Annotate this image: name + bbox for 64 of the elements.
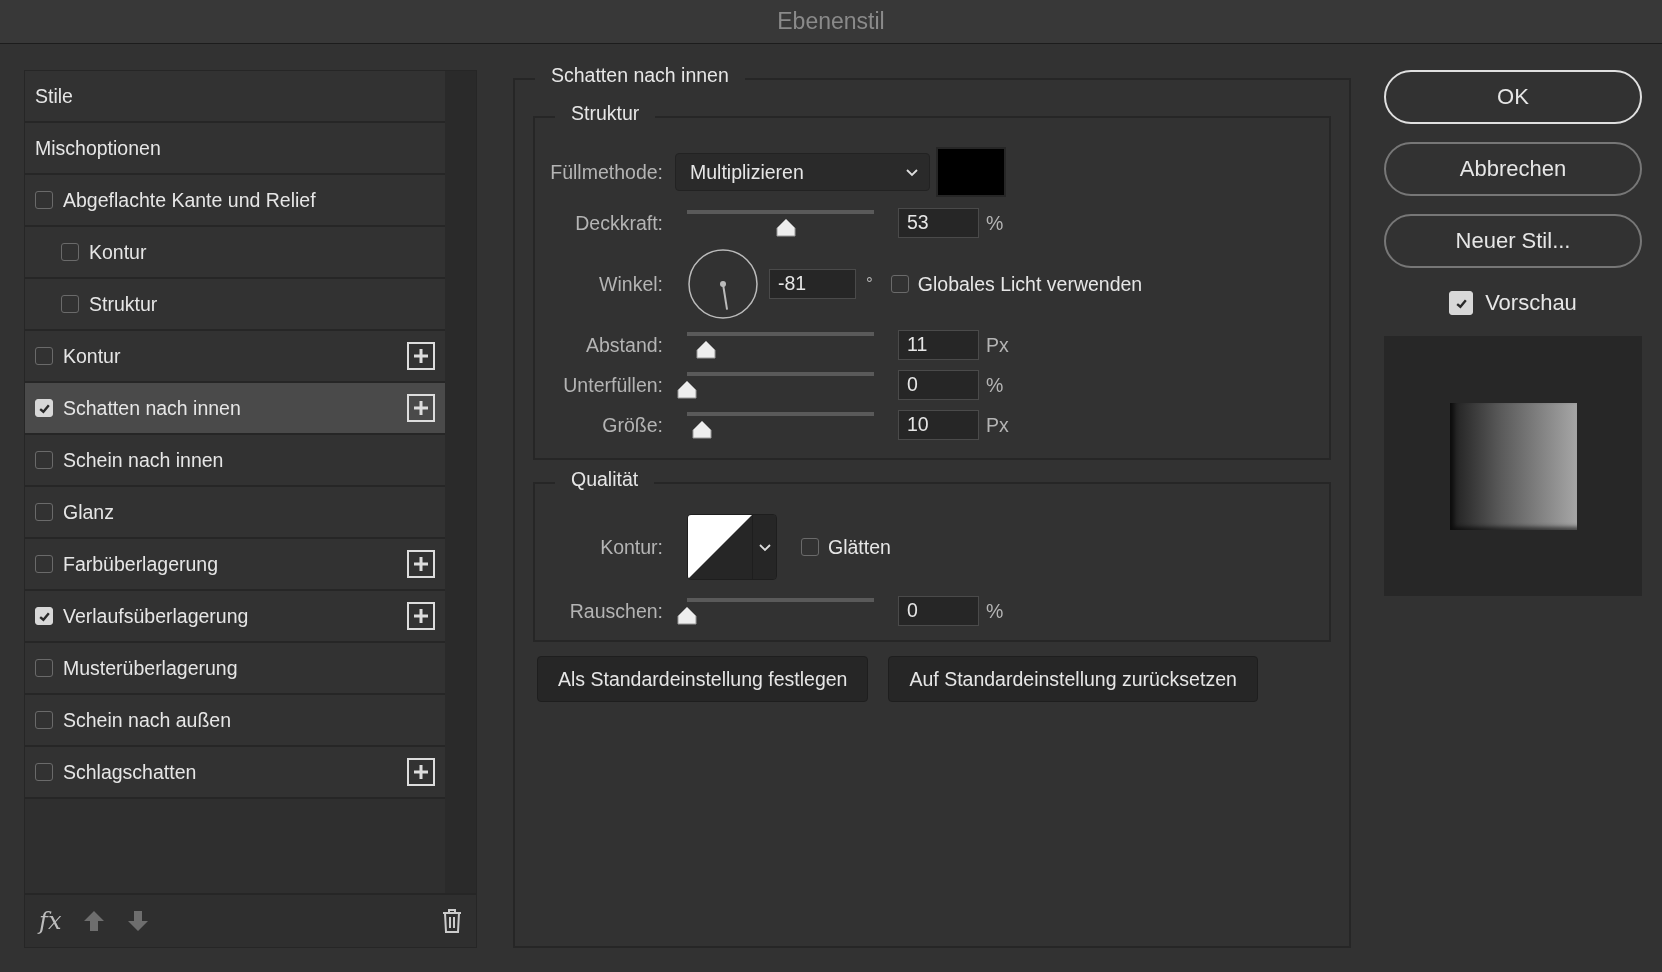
color-swatch[interactable]	[936, 147, 1006, 197]
checkbox-label: Vorschau	[1485, 290, 1577, 316]
plus-icon[interactable]	[407, 394, 435, 422]
trash-icon[interactable]	[442, 909, 462, 933]
plus-icon[interactable]	[407, 342, 435, 370]
field-label: Winkel:	[598, 272, 664, 296]
checkbox[interactable]	[35, 347, 53, 365]
value-field[interactable]: 0	[898, 370, 979, 400]
checkbox[interactable]	[35, 191, 53, 209]
angle-dial[interactable]	[687, 248, 759, 320]
slider-thumb[interactable]	[690, 420, 713, 440]
chevron-down-icon	[905, 167, 919, 177]
slider-thumb[interactable]	[775, 218, 798, 238]
field-label: Abstand:	[585, 333, 664, 357]
unit-label: %	[986, 211, 1004, 235]
contour-picker[interactable]	[687, 514, 777, 580]
dialog-button[interactable]: Neuer Stil...	[1384, 214, 1642, 268]
arrow-up-icon[interactable]	[83, 910, 106, 932]
field-label: Füllmethode:	[549, 160, 664, 184]
unit-label: Px	[986, 333, 1009, 357]
value-field[interactable]: 53	[898, 208, 979, 238]
checkbox-label: Glätten	[828, 535, 891, 559]
default-settings-button[interactable]: Auf Standardeinstellung zurücksetzen	[888, 656, 1258, 702]
checkbox[interactable]	[35, 659, 53, 677]
dialog-button[interactable]: Abbrechen	[1384, 142, 1642, 196]
slider-thumb[interactable]	[694, 340, 717, 360]
checkbox[interactable]	[890, 275, 909, 293]
plus-icon[interactable]	[407, 602, 435, 630]
plus-icon[interactable]	[407, 758, 435, 786]
checkbox[interactable]	[61, 243, 79, 261]
field-label: Unterfüllen:	[562, 373, 664, 397]
angle-field[interactable]: -81	[769, 269, 856, 299]
default-settings-button[interactable]: Als Standardeinstellung festlegen	[537, 656, 869, 702]
style-list-item[interactable]: Schatten nach innen	[25, 383, 445, 435]
contour-curve-icon	[688, 515, 752, 579]
checkbox[interactable]	[35, 555, 53, 573]
checkbox[interactable]	[35, 763, 53, 781]
group-title: Qualität	[555, 468, 655, 491]
checkbox[interactable]	[35, 711, 53, 729]
blend-mode-dropdown[interactable]: Multiplizieren	[675, 153, 930, 191]
ok-button[interactable]: OK	[1384, 70, 1642, 124]
unit-label: %	[986, 373, 1004, 397]
field-label: Deckkraft:	[574, 211, 664, 235]
unit-label: Px	[986, 413, 1009, 437]
checkbox[interactable]	[61, 295, 79, 313]
value-field[interactable]: 11	[898, 330, 979, 360]
fx-button[interactable]: fx	[39, 907, 62, 935]
field-label: Rauschen:	[568, 599, 664, 623]
checkbox-label: Globales Licht verwenden	[917, 272, 1143, 296]
slider-thumb[interactable]	[676, 606, 698, 626]
unit-label: °	[866, 274, 873, 294]
checkbox[interactable]	[35, 451, 53, 469]
slider-thumb[interactable]	[676, 380, 698, 400]
checkbox[interactable]	[801, 538, 819, 556]
checkbox[interactable]	[35, 503, 53, 521]
field-label: Kontur:	[599, 535, 664, 559]
value-field[interactable]: 10	[898, 410, 979, 440]
unit-label: %	[986, 599, 1004, 623]
window-title: Ebenenstil	[777, 8, 885, 35]
value-field[interactable]: 0	[898, 596, 979, 626]
plus-icon[interactable]	[407, 550, 435, 578]
field-label: Größe:	[601, 413, 664, 437]
arrow-down-icon[interactable]	[127, 910, 150, 932]
chevron-down-icon	[757, 542, 772, 552]
